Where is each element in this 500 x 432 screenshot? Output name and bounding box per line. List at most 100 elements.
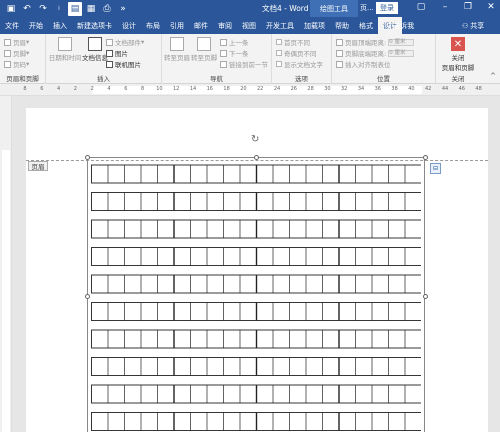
tab-layout[interactable]: 布局 xyxy=(141,17,165,34)
previous-icon xyxy=(220,38,227,46)
group-insert: 日期和时间 文档信息 文档部件 ▾ 图片 联机图片 插入 xyxy=(46,34,162,84)
vertical-ruler[interactable] xyxy=(0,96,12,432)
footer-distance-input[interactable]: 0 厘米 xyxy=(388,49,415,57)
header-tag: 页眉 xyxy=(28,161,48,171)
picture-button[interactable]: 图片 xyxy=(106,48,128,58)
tab-help[interactable]: 帮助 xyxy=(330,17,354,34)
undo-icon[interactable]: ↶ xyxy=(20,2,34,16)
login-button[interactable]: 登录 xyxy=(376,2,398,14)
parts-icon xyxy=(106,38,113,46)
manuscript-grid[interactable] xyxy=(91,163,421,432)
quick-access-toolbar: ▣ ↶ ↷ ⁞ ▤ ▦ ⎙ » xyxy=(0,0,132,17)
ruler-number: 26 xyxy=(290,86,297,92)
layout-options-icon[interactable]: ⊟ xyxy=(430,163,441,174)
minimize-icon[interactable]: – xyxy=(438,2,452,12)
ruler-number: 30 xyxy=(324,86,331,92)
ribbon-display-icon[interactable]: ▢ xyxy=(414,2,428,12)
online-picture-icon xyxy=(106,60,113,68)
tab-review[interactable]: 审阅 xyxy=(213,17,237,34)
resize-handle[interactable] xyxy=(85,155,90,160)
previous-button[interactable]: 上一条 xyxy=(220,37,249,47)
tab-references[interactable]: 引用 xyxy=(165,17,189,34)
ruler-number: 16 xyxy=(206,86,213,92)
goto-footer-button[interactable]: 转至页脚 xyxy=(191,37,217,62)
title-bar: ▣ ↶ ↷ ⁞ ▤ ▦ ⎙ » 文档4 - Word 绘图工具 页... 登录 … xyxy=(0,0,500,17)
rotate-handle-icon[interactable]: ↻ xyxy=(251,134,259,145)
page-number-icon xyxy=(4,60,11,68)
redo-icon[interactable]: ↷ xyxy=(36,2,50,16)
lightbulb-icon: ♀ xyxy=(386,21,392,30)
tab-developer[interactable]: 开发工具 xyxy=(261,17,299,34)
ruler-number: 12 xyxy=(173,86,180,92)
page-number-button[interactable]: 页码 ▾ xyxy=(4,59,29,69)
close-icon[interactable]: ✕ xyxy=(484,2,498,12)
resize-handle[interactable] xyxy=(254,155,259,160)
goto-header-button[interactable]: 转至页眉 xyxy=(164,37,190,62)
footer-button[interactable]: 页脚 ▾ xyxy=(4,48,29,58)
restore-icon[interactable]: ❐ xyxy=(461,2,475,12)
horizontal-ruler[interactable]: 8 6 4 2 2 4 6 8 10 12 14 16 18 20 22 24 26 28 30 32 34 36 38 40… xyxy=(0,84,500,96)
link-previous-button[interactable]: 链接到前一节 xyxy=(220,59,268,69)
ruler-number: 24 xyxy=(273,86,281,92)
collapse-ribbon-icon[interactable]: ^ xyxy=(490,72,496,80)
goto-header-icon xyxy=(170,37,184,51)
close-x-icon: ✕ xyxy=(451,37,465,51)
share-button[interactable]: ⚇ 共享 xyxy=(462,17,484,34)
ruler-number: 20 xyxy=(240,86,247,92)
ruler-number: 4 xyxy=(107,86,111,92)
table-icon[interactable]: ▦ xyxy=(84,2,98,16)
tab-design[interactable]: 设计 xyxy=(117,17,141,34)
footer-bottom-distance: 页脚底端距离: 0 厘米 xyxy=(336,48,415,58)
tab-home[interactable]: 开始 xyxy=(24,17,48,34)
first-page-checkbox[interactable]: 首页不同 xyxy=(276,37,310,47)
tab-view[interactable]: 视图 xyxy=(237,17,261,34)
calendar-icon xyxy=(58,37,72,51)
group-label: 关闭 xyxy=(451,75,465,83)
tab-addins[interactable]: 加载项 xyxy=(299,17,330,34)
header-distance-icon xyxy=(336,38,343,46)
layout-icon[interactable]: ▤ xyxy=(68,1,82,16)
ruler-number: 28 xyxy=(307,86,314,92)
group-label: 位置 xyxy=(377,75,390,83)
ruler-number: 48 xyxy=(475,86,482,92)
ruler-number: 42 xyxy=(425,86,432,92)
align-tab-button[interactable]: 插入对齐制表位 xyxy=(336,59,391,69)
tab-mailings[interactable]: 邮件 xyxy=(189,17,213,34)
tab-format[interactable]: 格式 xyxy=(354,17,378,34)
header-button[interactable]: 页眉 ▾ xyxy=(4,37,29,47)
ruler-number: 8 xyxy=(141,86,145,92)
ruler-number: 34 xyxy=(357,86,365,92)
online-picture-button[interactable]: 联机图片 xyxy=(106,59,141,69)
group-label: 选项 xyxy=(295,75,308,83)
resize-handle[interactable] xyxy=(85,294,90,299)
tab-new-tab[interactable]: 新建选项卡 xyxy=(72,17,117,34)
close-header-footer-button[interactable]: ✕ 关闭 页眉和页脚 xyxy=(436,37,480,72)
save-icon[interactable]: ▣ xyxy=(4,2,18,16)
date-time-button[interactable]: 日期和时间 xyxy=(48,37,82,62)
tell-me-search[interactable]: ♀ 告诉我 xyxy=(386,17,414,34)
ruler-number: 4 xyxy=(57,86,61,92)
chevron-more-icon[interactable]: » xyxy=(116,2,130,16)
ruler-number: 36 xyxy=(374,86,381,92)
align-tab-icon xyxy=(336,60,343,68)
odd-even-checkbox[interactable]: 奇偶页不同 xyxy=(276,48,317,58)
show-text-checkbox[interactable]: 显示文档文字 xyxy=(276,59,323,69)
ribbon: 页眉 ▾ 页脚 ▾ 页码 ▾ 页眉和页脚 日期和时间 文档信息 文档部件 ▾ 图片 联机… xyxy=(0,34,500,84)
more-icon[interactable]: ⁞ xyxy=(52,2,66,16)
ruler-number: 40 xyxy=(408,86,415,92)
resize-handle[interactable] xyxy=(423,155,428,160)
header-icon xyxy=(4,38,11,46)
ruler-number: 8 xyxy=(23,86,27,92)
doc-parts-button[interactable]: 文档部件 ▾ xyxy=(106,37,144,47)
ruler-number: 2 xyxy=(73,86,77,92)
next-icon xyxy=(220,49,227,57)
tab-file[interactable]: 文件 xyxy=(0,17,24,34)
ruler-number: 6 xyxy=(124,86,128,92)
next-button[interactable]: 下一条 xyxy=(220,48,249,58)
resize-handle[interactable] xyxy=(423,294,428,299)
header-distance-input[interactable]: 0 厘米 xyxy=(388,38,415,46)
group-label: 页眉和页脚 xyxy=(6,75,39,83)
tab-insert[interactable]: 插入 xyxy=(48,17,72,34)
print-icon[interactable]: ⎙ xyxy=(100,2,114,16)
doc-info-button[interactable]: 文档信息 xyxy=(82,37,108,62)
